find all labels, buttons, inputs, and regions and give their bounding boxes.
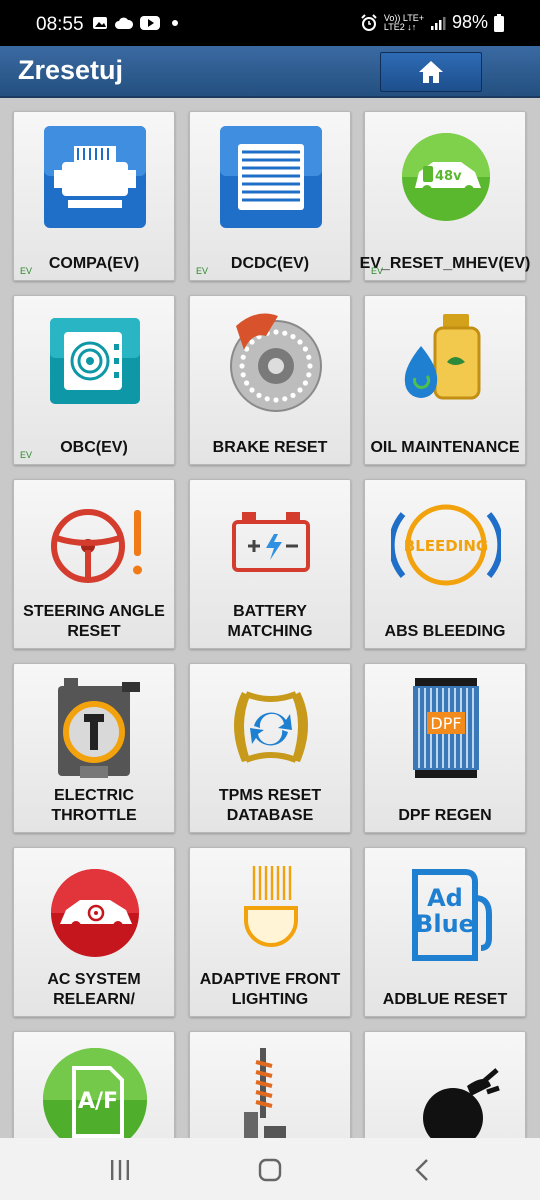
tile-label: OBC(EV) xyxy=(60,439,128,456)
image-icon xyxy=(93,17,107,29)
tile-label: OIL MAINTENANCE xyxy=(370,439,520,456)
tile-item-15[interactable]: A/F xyxy=(13,1031,175,1138)
suspension-icon xyxy=(244,1048,286,1138)
steering-wheel-icon xyxy=(51,509,142,583)
tile-dcdc-ev[interactable]: DCDC(EV) EV xyxy=(189,111,351,281)
ev-badge: EV xyxy=(20,266,33,276)
tile-battery-matching[interactable]: BATTERY MATCHING xyxy=(189,479,351,649)
tile-steering-angle-reset[interactable]: STEERING ANGLE RESET xyxy=(13,479,175,649)
tile-compa-ev[interactable]: COMPA(EV) EV xyxy=(13,111,175,281)
compressor-icon xyxy=(44,126,146,228)
tile-electric-throttle[interactable]: ELECTRIC THROTTLE xyxy=(13,663,175,833)
network-label-bottom: LTE2 ↓↑ xyxy=(383,21,417,32)
signal-icon xyxy=(430,16,446,30)
tile-ev-reset-mhev-ev[interactable]: 48v EV_RESET_MHEV(EV) EV xyxy=(359,111,531,281)
nav-home-icon[interactable] xyxy=(256,1156,284,1184)
onboard-charger-icon xyxy=(50,318,140,404)
tile-label: DCDC(EV) xyxy=(230,255,310,272)
tile-label: ADAPTIVE FRONT LIGHTING xyxy=(199,971,341,1008)
tile-label: BRAKE RESET xyxy=(212,439,328,456)
youtube-icon xyxy=(140,16,160,30)
home-button[interactable] xyxy=(380,52,482,92)
headlight-icon xyxy=(244,866,298,947)
home-icon xyxy=(419,61,443,83)
tile-dpf-regen[interactable]: DPF DPF REGEN xyxy=(364,663,526,833)
svg-text:DPF: DPF xyxy=(430,714,461,733)
page-title: Zresetuj xyxy=(18,55,124,85)
ev-badge: EV xyxy=(20,450,33,460)
tile-label: ADBLUE RESET xyxy=(382,991,508,1008)
status-time: 08:55 xyxy=(36,14,84,35)
air-fuel-icon: A/F xyxy=(43,1048,147,1138)
adblue-icon: AdBlue xyxy=(412,869,492,961)
tile-label: DPF REGEN xyxy=(398,807,492,824)
tile-tpms-reset-database[interactable]: TPMS RESET DATABASE xyxy=(189,663,351,833)
ev-badge: EV xyxy=(371,266,384,276)
tile-item-17[interactable] xyxy=(364,1031,526,1138)
app-header: Zresetuj xyxy=(0,46,540,98)
dcdc-converter-icon xyxy=(220,126,322,228)
oil-can-icon xyxy=(404,314,481,400)
tile-obc-ev[interactable]: OBC(EV) EV xyxy=(13,295,175,465)
tile-oil-maintenance[interactable]: OIL MAINTENANCE xyxy=(364,295,526,465)
tile-ac-system-relearn[interactable]: AC SYSTEM RELEARN/ xyxy=(13,847,175,1017)
status-bar: 08:55 Vo)) LTE+ LTE2 ↓↑ 98% xyxy=(0,0,540,46)
recent-apps-icon[interactable] xyxy=(106,1156,134,1184)
tile-label: EV_RESET_MHEV(EV) xyxy=(359,255,531,272)
battery-icon xyxy=(232,512,310,572)
tile-label: STEERING ANGLE RESET xyxy=(23,603,165,640)
tile-label: BATTERY MATCHING xyxy=(227,603,313,640)
alarm-icon xyxy=(361,13,377,31)
svg-text:Ad: Ad xyxy=(427,884,463,912)
tile-abs-bleeding[interactable]: BLEEDING ABS BLEEDING xyxy=(364,479,526,649)
svg-text:Blue: Blue xyxy=(415,910,475,938)
ev-badge: EV xyxy=(196,266,209,276)
cloud-icon xyxy=(115,17,134,29)
navigation-bar xyxy=(0,1138,540,1200)
mhev-car-icon: 48v xyxy=(402,133,490,221)
battery-percent: 98% xyxy=(451,12,488,32)
dpf-filter-icon: DPF xyxy=(413,678,479,778)
tile-label: AC SYSTEM RELEARN/ xyxy=(47,971,141,1008)
abs-bleeding-icon: BLEEDING xyxy=(391,504,501,586)
tile-item-16[interactable] xyxy=(189,1031,351,1138)
ac-car-icon xyxy=(51,869,139,957)
tile-label: ELECTRIC THROTTLE xyxy=(51,787,137,824)
tpms-icon xyxy=(234,691,308,763)
tile-label: ABS BLEEDING xyxy=(384,623,506,640)
battery-icon xyxy=(494,13,504,32)
svg-text:48v: 48v xyxy=(435,169,462,184)
airbag-icon xyxy=(423,1068,500,1138)
function-grid: COMPA(EV) EV DCDC(EV) EV 48v EV_RESET_MHEV(EV… xyxy=(0,100,540,1138)
back-icon[interactable] xyxy=(408,1156,436,1184)
throttle-body-icon xyxy=(58,678,140,778)
tile-adblue-reset[interactable]: Ad Blue ADBLUE RESET xyxy=(364,847,526,1017)
tile-label: COMPA(EV) xyxy=(48,255,140,272)
svg-text:BLEEDING: BLEEDING xyxy=(404,537,488,555)
tile-label: TPMS RESET DATABASE xyxy=(218,787,322,824)
svg-text:A/F: A/F xyxy=(78,1089,118,1114)
notification-dot xyxy=(172,20,178,26)
tile-brake-reset[interactable]: BRAKE RESET xyxy=(189,295,351,465)
tile-adaptive-front-lighting[interactable]: ADAPTIVE FRONT LIGHTING xyxy=(189,847,351,1017)
brake-disc-icon xyxy=(230,313,322,412)
